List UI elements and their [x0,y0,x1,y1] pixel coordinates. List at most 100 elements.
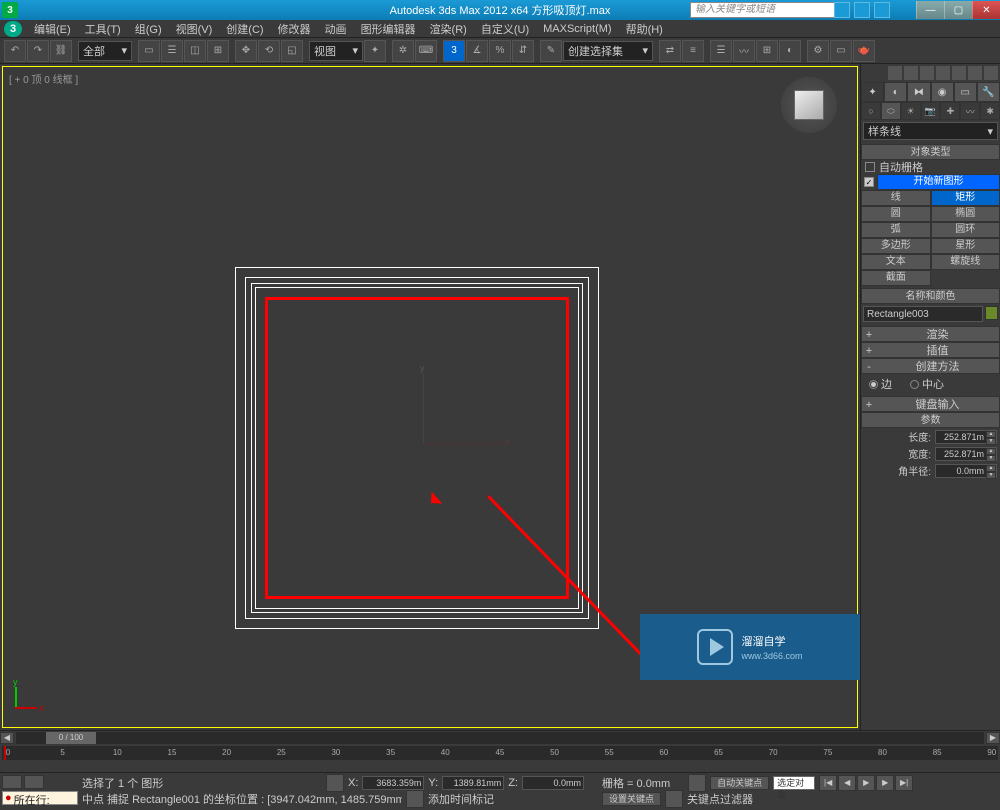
favorite-icon[interactable] [874,2,890,18]
selection-filter[interactable]: 全部▾ [78,41,132,61]
scale-button[interactable]: ◱ [281,40,303,62]
menu-create[interactable]: 创建(C) [220,21,269,37]
subtab-geometry[interactable]: ○ [861,102,881,120]
key-mode-icon[interactable] [665,790,683,808]
radio-center[interactable]: 中心 [910,376,944,392]
next-frame-button[interactable]: ▶ [876,775,894,791]
tab-utilities[interactable]: 🔧 [977,82,1000,102]
auto-grid-checkbox[interactable] [865,162,875,172]
time-slider-thumb[interactable]: 0 / 100 [46,732,96,744]
menu-customize[interactable]: 自定义(U) [475,21,535,37]
script-mini-button[interactable] [2,775,22,789]
shape-circle[interactable]: 圆 [861,206,931,222]
play-button[interactable]: ▶ [857,775,875,791]
minimize-button[interactable]: — [916,1,944,19]
app-menu-icon[interactable]: 3 [4,21,22,37]
search-icon[interactable] [834,2,850,18]
prev-frame-button[interactable]: ◀ [838,775,856,791]
coord-y-field[interactable]: 1389.81mm [442,776,504,790]
length-spinner[interactable]: ▲▼ [935,430,997,444]
time-tag-icon[interactable] [406,790,424,808]
menu-tools[interactable]: 工具(T) [79,21,127,37]
shape-rectangle[interactable]: 矩形 [931,190,1000,206]
tab-create[interactable]: ✦ [861,82,884,102]
subtab-systems[interactable]: ✱ [980,102,1000,120]
shape-text[interactable]: 文本 [861,254,931,270]
start-new-shape-button[interactable]: 开始新图形 [877,174,1000,190]
menu-views[interactable]: 视图(V) [170,21,219,37]
maximize-button[interactable]: ▢ [944,1,972,19]
subtab-cameras[interactable]: 📷 [921,102,941,120]
add-time-tag[interactable]: 添加时间标记 [428,791,494,807]
snap-toggle-button[interactable]: 3 [443,40,465,62]
radio-edge[interactable]: 边 [869,376,892,392]
keyboard-shortcut-button[interactable]: ⌨ [415,40,437,62]
search-input[interactable]: 输入关键字或短语 [690,2,840,18]
maxscript-prompt[interactable]: ●所在行: [2,791,78,805]
select-region-button[interactable]: ◫ [184,40,206,62]
pin-icon[interactable] [920,66,934,80]
lock-icon[interactable] [904,66,918,80]
shape-arc[interactable]: 弧 [861,222,931,238]
percent-snap-button[interactable]: % [489,40,511,62]
ref-coord-system[interactable]: 视图▾ [309,41,363,61]
viewport-area[interactable]: [ + 0 顶 0 线框 ] y x [0,64,860,730]
viewport-label[interactable]: [ + 0 顶 0 线框 ] [9,71,78,86]
help-icon[interactable] [854,2,870,18]
menu-help[interactable]: 帮助(H) [620,21,669,37]
object-name-field[interactable] [863,306,983,322]
manipulate-button[interactable]: ✲ [392,40,414,62]
rollout-interpolation[interactable]: +插值 [861,342,1000,358]
tool3-icon[interactable] [968,66,982,80]
shape-category-dropdown[interactable]: 样条线▾ [863,122,998,140]
angle-snap-button[interactable]: ∡ [466,40,488,62]
goto-start-button[interactable]: |◀ [819,775,837,791]
tab-display[interactable]: ▭ [954,82,977,102]
tab-motion[interactable]: ◉ [931,82,954,102]
subtab-helpers[interactable]: ✚ [940,102,960,120]
tool2-icon[interactable] [952,66,966,80]
rollout-parameters[interactable]: 参数 [861,412,1000,428]
viewcube[interactable] [781,77,837,133]
named-selection-sets[interactable]: 创建选择集▾ [563,41,653,61]
window-crossing-button[interactable]: ⊞ [207,40,229,62]
time-next-button[interactable]: ▶ [986,732,1000,744]
curve-editor-button[interactable]: 〰 [733,40,755,62]
shape-donut[interactable]: 圆环 [931,222,1000,238]
selected-set-field[interactable]: 选定对象 [773,776,815,790]
menu-edit[interactable]: 编辑(E) [28,21,77,37]
schematic-button[interactable]: ⊞ [756,40,778,62]
script-listener-button[interactable] [24,775,44,789]
redo-button[interactable]: ↷ [27,40,49,62]
menu-modifiers[interactable]: 修改器 [272,21,317,37]
move-button[interactable]: ✥ [235,40,257,62]
goto-end-button[interactable]: ▶| [895,775,913,791]
undo-button[interactable]: ↶ [4,40,26,62]
shape-star[interactable]: 星形 [931,238,1000,254]
material-editor-button[interactable]: ◐ [779,40,801,62]
isolate-icon[interactable] [688,774,706,792]
menu-animation[interactable]: 动画 [319,21,353,37]
object-color-swatch[interactable] [985,306,998,320]
select-object-button[interactable]: ▭ [138,40,160,62]
align-button[interactable]: ≡ [682,40,704,62]
menu-graph-editors[interactable]: 图形编辑器 [355,21,422,37]
coord-z-field[interactable]: 0.0mm [522,776,584,790]
time-track[interactable]: 051015202530354045505560657075808590 [2,746,998,760]
shape-helix[interactable]: 螺旋线 [931,254,1000,270]
close-button[interactable]: ✕ [972,1,1000,19]
subtab-shapes[interactable]: ⬭ [881,102,901,120]
subtab-lights[interactable]: ☀ [901,102,921,120]
grow-icon[interactable] [888,66,902,80]
lock-selection-icon[interactable] [326,774,344,792]
render-setup-button[interactable]: ⚙ [807,40,829,62]
coord-x-field[interactable]: 3683.359m [362,776,424,790]
render-production-button[interactable]: 🫖 [853,40,875,62]
menu-rendering[interactable]: 渲染(R) [424,21,473,37]
rollout-object-type[interactable]: 对象类型 [861,144,1000,160]
link-button[interactable]: ⛓ [50,40,72,62]
set-key-button[interactable]: 设置关键点 [602,792,661,806]
use-center-button[interactable]: ✦ [364,40,386,62]
subtab-spacewarps[interactable]: 〰 [960,102,980,120]
rendered-frame-button[interactable]: ▭ [830,40,852,62]
